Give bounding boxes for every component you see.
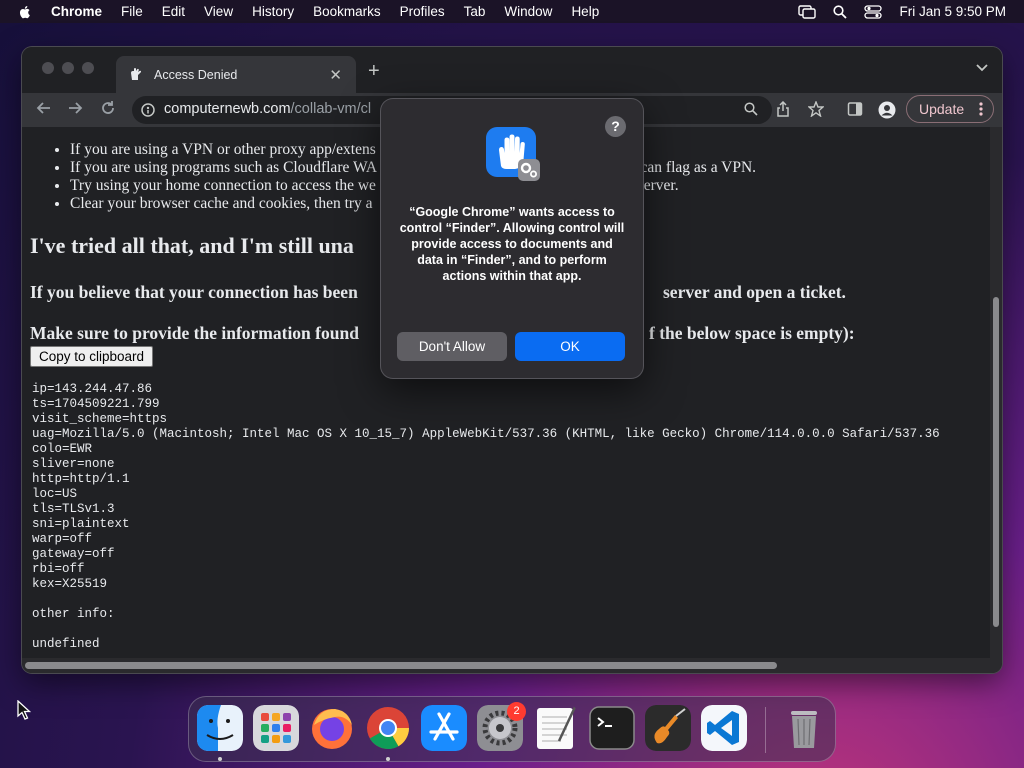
trace-line: kex=X25519 xyxy=(32,577,108,591)
menu-help[interactable]: Help xyxy=(571,4,599,19)
back-icon[interactable] xyxy=(36,100,52,116)
update-button[interactable]: Update xyxy=(906,95,994,123)
chrome-icon[interactable] xyxy=(365,705,411,751)
site-info-icon[interactable] xyxy=(141,102,155,118)
finder-icon[interactable] xyxy=(197,705,243,751)
apple-menu-icon[interactable] xyxy=(17,4,33,20)
mouse-pointer-icon xyxy=(17,700,31,720)
terminal-icon[interactable] xyxy=(589,705,635,751)
tab-strip: Access Denied ✕ + xyxy=(22,47,1002,93)
menu-window[interactable]: Window xyxy=(504,4,552,19)
privacy-hand-icon xyxy=(486,127,540,181)
tab-access-denied[interactable]: Access Denied ✕ xyxy=(116,56,356,93)
menu-clock[interactable]: Fri Jan 5 9:50 PM xyxy=(899,4,1006,19)
forward-icon[interactable] xyxy=(67,100,83,116)
launchpad-icon[interactable] xyxy=(253,705,299,751)
heading-connection-left: If you believe that your connection has … xyxy=(30,282,358,302)
share-icon[interactable] xyxy=(776,101,790,117)
vscode-icon[interactable] xyxy=(701,705,747,751)
url-path: /collab-vm/cl xyxy=(290,101,372,117)
trace-line: uag=Mozilla/5.0 (Macintosh; Intel Mac OS… xyxy=(32,427,940,441)
trace-line: tls=TLSv1.3 xyxy=(32,502,115,516)
vertical-scroll-thumb[interactable] xyxy=(993,297,999,627)
menu-profiles[interactable]: Profiles xyxy=(400,4,445,19)
dont-allow-button[interactable]: Don't Allow xyxy=(397,332,507,361)
update-label: Update xyxy=(919,101,965,117)
url-host: computernewb.com xyxy=(164,101,291,117)
trace-line: ​ xyxy=(32,592,940,607)
trace-line: other info: xyxy=(32,607,115,621)
heading-connection-right: server and open a ticket. xyxy=(663,282,846,302)
heading-still-unable: I've tried all that, and I'm still una xyxy=(30,233,354,258)
trace-line: sliver=none xyxy=(32,457,115,471)
tab-close-icon[interactable]: ✕ xyxy=(329,66,342,84)
copy-to-clipboard-button[interactable]: Copy to clipboard xyxy=(30,346,154,367)
search-page-icon[interactable] xyxy=(744,102,758,116)
cloudflare-favicon-icon xyxy=(131,67,142,80)
bookmark-star-icon[interactable] xyxy=(808,101,824,117)
horizontal-scroll-thumb[interactable] xyxy=(25,662,777,669)
trace-line: ts=1704509221.799 xyxy=(32,397,160,411)
menu-bookmarks[interactable]: Bookmarks xyxy=(313,4,381,19)
trace-info-block: ip=143.244.47.86 ts=1704509221.799 visit_s… xyxy=(32,382,940,652)
heading-provide-info-right: f the below space is empty): xyxy=(649,323,855,343)
menu-edit[interactable]: Edit xyxy=(162,4,185,19)
menu-view[interactable]: View xyxy=(204,4,233,19)
trace-line: sni=plaintext xyxy=(32,517,130,531)
app-store-icon[interactable] xyxy=(421,705,467,751)
menu-history[interactable]: History xyxy=(252,4,294,19)
textedit-icon[interactable] xyxy=(533,705,579,751)
trace-line: visit_scheme=https xyxy=(32,412,168,426)
heading-connection: If you believe that your connection has … xyxy=(30,282,358,303)
ok-button[interactable]: OK xyxy=(515,332,625,361)
trace-line: undefined xyxy=(32,637,100,651)
automation-permission-dialog: ? “Google Chrome” wants access to contro… xyxy=(381,99,643,378)
trace-line: loc=US xyxy=(32,487,78,501)
dialog-message: “Google Chrome” wants access to control … xyxy=(399,205,625,283)
more-menu-icon[interactable] xyxy=(979,101,983,117)
spotlight-search-icon[interactable] xyxy=(833,4,848,19)
dock: 2 xyxy=(188,696,836,762)
window-close-button[interactable] xyxy=(42,62,54,74)
menu-bar: Chrome File Edit View History Bookmarks … xyxy=(0,0,1024,23)
dock-separator xyxy=(765,707,766,753)
tab-search-chevron-icon[interactable] xyxy=(976,64,988,72)
menu-app-name[interactable]: Chrome xyxy=(51,4,102,19)
trace-line: http=http/1.1 xyxy=(32,472,130,486)
trace-line: rbi=off xyxy=(32,562,85,576)
chrome-running-indicator xyxy=(386,757,390,761)
settings-notification-badge: 2 xyxy=(507,702,526,721)
trace-line: ip=143.244.47.86 xyxy=(32,382,153,396)
garageband-icon[interactable] xyxy=(645,705,691,751)
side-panel-icon[interactable] xyxy=(847,101,863,117)
trace-line: gateway=off xyxy=(32,547,115,561)
new-tab-icon[interactable]: + xyxy=(368,60,380,83)
menu-tab[interactable]: Tab xyxy=(464,4,486,19)
window-minimize-button[interactable] xyxy=(62,62,74,74)
window-zoom-button[interactable] xyxy=(82,62,94,74)
trace-line: colo=EWR xyxy=(32,442,93,456)
menu-file[interactable]: File xyxy=(121,4,143,19)
screen-mirroring-icon[interactable] xyxy=(798,4,817,19)
profile-avatar-icon[interactable] xyxy=(878,101,896,119)
url-text: computernewb.com/collab-vm/cl xyxy=(164,101,371,117)
tab-title: Access Denied xyxy=(154,67,238,82)
finder-running-indicator xyxy=(218,757,222,761)
trace-line: ​ xyxy=(32,622,940,637)
status-area: Fri Jan 5 9:50 PM xyxy=(798,0,1006,23)
trace-line: warp=off xyxy=(32,532,93,546)
trash-icon[interactable] xyxy=(781,705,827,751)
heading-provide-info: Make sure to provide the information fou… xyxy=(30,323,359,343)
reload-icon[interactable] xyxy=(100,100,116,116)
firefox-icon[interactable] xyxy=(309,705,355,751)
help-button[interactable]: ? xyxy=(605,116,626,137)
control-center-icon[interactable] xyxy=(864,4,883,19)
